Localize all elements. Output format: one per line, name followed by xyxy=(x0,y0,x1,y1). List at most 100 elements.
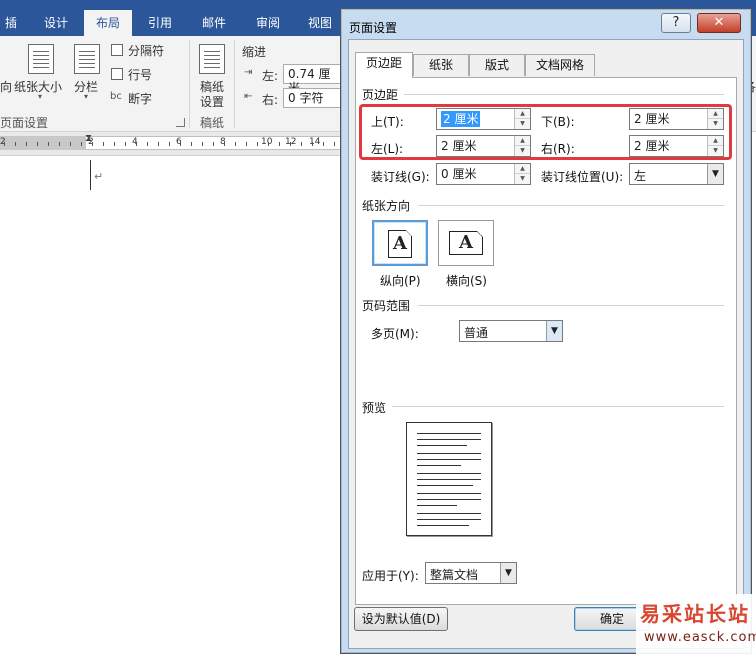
apply-to-value: 整篇文档 xyxy=(430,568,479,582)
tab-insert[interactable]: 插入 xyxy=(0,0,22,76)
ruler-tick xyxy=(103,142,104,146)
ruler-margin-area xyxy=(0,136,86,150)
preview-line xyxy=(417,485,473,486)
chevron-down-icon[interactable]: ▼ xyxy=(546,321,562,341)
ruler-tick xyxy=(301,142,302,146)
set-default-button[interactable]: 设为默认值(D) xyxy=(354,607,448,631)
tab-review[interactable]: 审阅 xyxy=(250,0,286,36)
help-button[interactable]: ? xyxy=(661,13,691,33)
spinner-arrows[interactable]: ▲ ▼ xyxy=(514,164,530,184)
apply-to-select[interactable]: 整篇文档 ▼ xyxy=(425,562,517,584)
ruler-tick xyxy=(125,142,126,146)
portrait-label[interactable]: 纵向(P) xyxy=(380,272,421,289)
preview-line xyxy=(417,519,481,520)
tab-paper[interactable]: 纸张 xyxy=(413,54,469,76)
ruler-tick xyxy=(323,142,324,146)
draft-settings-button-line2[interactable]: 设置 xyxy=(200,93,224,110)
line-numbers-icon xyxy=(111,68,123,80)
breaks-icon xyxy=(111,44,123,56)
tab-margins[interactable]: 页边距 xyxy=(355,52,413,78)
multiple-pages-value: 普通 xyxy=(464,326,489,340)
tab-mailings[interactable]: 邮件 xyxy=(196,0,232,36)
preview-line xyxy=(417,453,481,454)
ruler-tick xyxy=(15,142,16,146)
indent-right-icon: ⇤ xyxy=(244,91,253,102)
preview-line xyxy=(417,513,481,514)
landscape-option[interactable]: A xyxy=(438,220,494,266)
portrait-page-icon: A xyxy=(388,230,412,258)
preview-line xyxy=(417,499,481,500)
preview-line xyxy=(417,465,461,466)
indent-title: 缩进 xyxy=(242,45,267,59)
ruler-tick xyxy=(147,142,148,146)
preview-line xyxy=(417,525,469,526)
multiple-pages-label: 多页(M): xyxy=(371,327,419,341)
section-divider xyxy=(418,305,724,306)
paragraph-mark-icon: ↵ xyxy=(94,170,104,183)
orientation-button[interactable]: 向 xyxy=(0,78,12,95)
draft-group-label: 稿纸 xyxy=(200,116,225,130)
gutter-position-value: 左 xyxy=(634,169,647,183)
chevron-down-icon[interactable]: ▼ xyxy=(707,164,723,184)
ruler-tick xyxy=(202,142,203,146)
ruler-tick xyxy=(169,142,170,146)
page-setup-launcher-icon[interactable] xyxy=(176,118,185,127)
hyphenation-button[interactable]: 断字 xyxy=(128,90,152,107)
columns-icon xyxy=(74,44,100,74)
gutter-position-label: 装订线位置(U): xyxy=(541,170,624,184)
margins-highlight-box xyxy=(359,104,732,160)
indent-marker-icon[interactable]: ⧗ xyxy=(85,133,92,144)
tab-design[interactable]: 设计 xyxy=(38,0,74,36)
text-cursor xyxy=(90,160,91,190)
ruler-tick xyxy=(224,142,225,146)
chevron-down-icon[interactable]: ▼ xyxy=(500,563,516,583)
line-numbers-button[interactable]: 行号 xyxy=(128,66,152,83)
preview-line xyxy=(417,493,481,494)
ruler-tick xyxy=(136,142,137,146)
breaks-button[interactable]: 分隔符 xyxy=(128,42,164,59)
gutter-value[interactable]: 0 厘米 xyxy=(441,166,476,182)
tab-references[interactable]: 引用 xyxy=(142,0,178,36)
group-divider xyxy=(234,40,235,128)
ruler-tick xyxy=(312,142,313,146)
horizontal-ruler[interactable]: 2 2 4 6 8 10 12 14 ⧗ xyxy=(0,132,340,156)
pages-section-title: 页码范围 xyxy=(362,299,411,313)
spin-down-icon[interactable]: ▼ xyxy=(515,174,530,184)
spin-up-icon[interactable]: ▲ xyxy=(515,164,530,174)
ruler-tick xyxy=(334,142,335,146)
ruler-tick xyxy=(37,142,38,146)
close-button[interactable]: ✕ xyxy=(697,13,741,33)
ruler-tick xyxy=(290,142,291,146)
apply-to-label: 应用于(Y): xyxy=(362,569,419,583)
ruler-tick xyxy=(246,142,247,146)
portrait-option[interactable]: A xyxy=(372,220,428,266)
orientation-section-title: 纸张方向 xyxy=(362,199,411,213)
preview-line xyxy=(417,439,481,440)
indent-left-label: 左: xyxy=(262,69,279,83)
ruler-number: 14 xyxy=(309,137,321,147)
ruler-tick xyxy=(48,142,49,146)
multiple-pages-select[interactable]: 普通 ▼ xyxy=(459,320,563,342)
indent-left-input[interactable]: 0.74 厘米 xyxy=(283,64,343,95)
tab-view[interactable]: 视图 xyxy=(302,0,338,36)
ruler-tick xyxy=(70,142,71,146)
indent-right-label: 右: xyxy=(262,93,279,107)
ruler-tick xyxy=(213,142,214,146)
landscape-label[interactable]: 横向(S) xyxy=(446,272,487,289)
ruler-tick xyxy=(92,142,93,146)
gutter-position-select[interactable]: 左 ▼ xyxy=(629,163,724,185)
tab-document-grid[interactable]: 文档网格 xyxy=(525,54,595,76)
tab-layout[interactable]: 版式 xyxy=(469,54,525,76)
preview-line xyxy=(417,433,481,434)
ruler-tick xyxy=(26,142,27,146)
ruler-tick xyxy=(81,142,82,146)
indent-left-icon: ⇥ xyxy=(244,67,253,78)
gutter-spinner[interactable]: 0 厘米 ▲ ▼ xyxy=(436,163,531,185)
indent-right-input[interactable]: 0 字符 xyxy=(283,88,343,108)
group-divider xyxy=(189,40,190,128)
tab-layout[interactable]: 布局 xyxy=(84,10,132,36)
chevron-down-icon: ▾ xyxy=(38,92,43,101)
section-divider xyxy=(404,94,724,95)
margins-section-title: 页边距 xyxy=(362,88,399,102)
preview-section-title: 预览 xyxy=(362,401,387,415)
